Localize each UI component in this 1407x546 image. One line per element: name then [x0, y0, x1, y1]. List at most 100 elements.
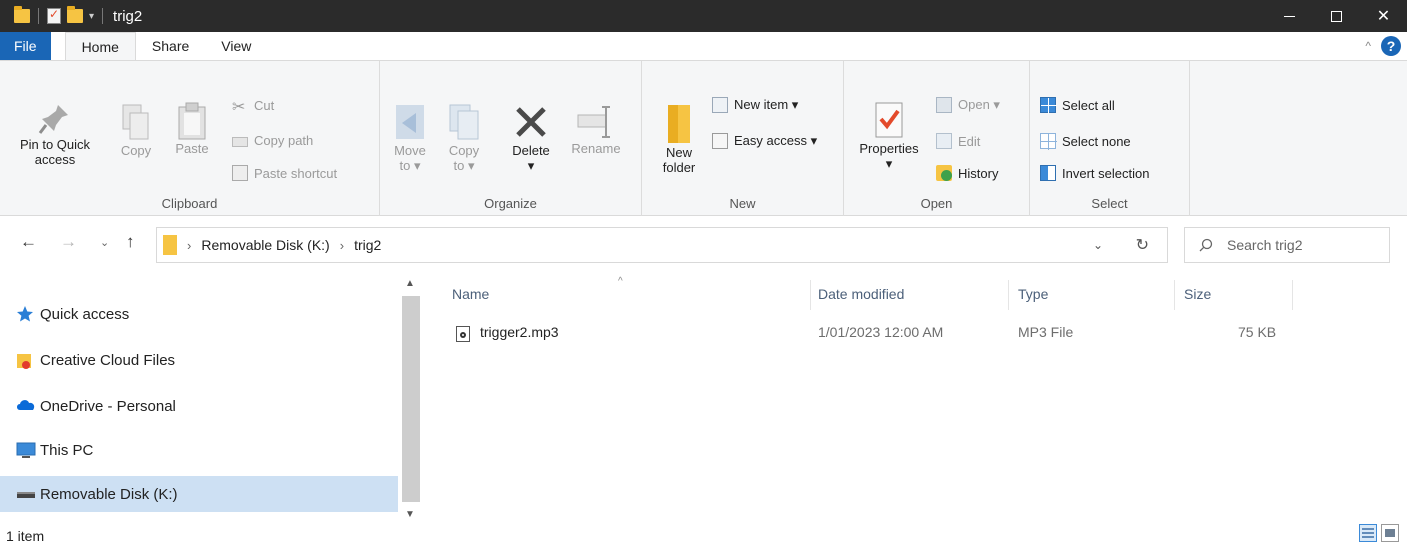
divider: [102, 8, 104, 24]
select-all-button[interactable]: Select all: [1040, 97, 1115, 114]
new-folder-icon: [668, 105, 690, 143]
pin-icon: [38, 105, 68, 134]
paste-shortcut-icon: [232, 165, 248, 181]
address-bar[interactable]: › Removable Disk (K:) › trig2 ⌄ ↻: [156, 227, 1168, 263]
nav-item-removable-disk[interactable]: Removable Disk (K:): [0, 476, 398, 512]
column-header-date-modified[interactable]: Date modified: [818, 274, 998, 314]
rename-button[interactable]: Rename: [566, 103, 626, 156]
customize-toolbar-dropdown-icon[interactable]: ▾: [89, 11, 94, 22]
edit-button[interactable]: Edit: [936, 133, 980, 149]
scroll-up-icon[interactable]: ▲: [405, 278, 415, 289]
back-arrow-icon[interactable]: ←: [20, 232, 37, 252]
scroll-down-icon[interactable]: ▼: [405, 509, 415, 520]
view-switcher: [1359, 524, 1399, 542]
nav-pane-scrollbar[interactable]: ▲ ▼: [398, 274, 424, 520]
new-group-label: New: [729, 196, 756, 211]
maximize-button[interactable]: [1313, 0, 1360, 32]
column-divider[interactable]: [1174, 280, 1175, 310]
creative-cloud-folder-icon: [17, 354, 31, 369]
large-icons-view-icon[interactable]: [1381, 524, 1399, 542]
copy-to-button[interactable]: Copy to ▾: [442, 101, 486, 173]
clipboard-group-label: Clipboard: [161, 196, 218, 211]
delete-button[interactable]: Delete ▾: [506, 105, 556, 173]
tab-view[interactable]: View: [205, 32, 267, 60]
properties-icon[interactable]: [47, 7, 61, 24]
cut-button[interactable]: ✂ Cut: [232, 97, 274, 117]
nav-item-this-pc[interactable]: This PC: [0, 432, 398, 468]
rename-icon: [577, 106, 610, 138]
new-item-button[interactable]: New item ▾: [712, 97, 798, 113]
nav-item-creative-cloud-files[interactable]: Creative Cloud Files: [0, 342, 398, 378]
paste-icon: [178, 102, 206, 140]
properties-button[interactable]: Properties ▾: [848, 101, 930, 171]
audio-file-icon: [456, 326, 470, 342]
item-count: 1 item: [6, 528, 45, 544]
up-arrow-icon[interactable]: ↑: [126, 232, 135, 252]
paste-button[interactable]: Paste: [172, 101, 212, 156]
status-bar: 1 item: [0, 520, 1407, 546]
column-divider[interactable]: [810, 280, 811, 310]
nav-item-label: Creative Cloud Files: [40, 351, 176, 369]
copy-button[interactable]: Copy: [116, 103, 156, 158]
file-date-modified: 1/01/2023 12:00 AM: [818, 324, 944, 340]
organize-group-label: Organize: [484, 196, 537, 211]
file-list: ^ Name Date modified Type Size trigger2.…: [424, 274, 1407, 520]
select-none-icon: [1040, 133, 1057, 150]
computer-icon: [16, 442, 36, 458]
new-folder-button[interactable]: New folder: [654, 101, 704, 175]
chevron-right-icon[interactable]: ›: [187, 238, 191, 253]
close-button[interactable]: ✕: [1360, 0, 1407, 32]
pin-to-quick-access-button[interactable]: Pin to Quick access: [14, 101, 96, 167]
open-icon: [936, 97, 952, 113]
minimize-button[interactable]: [1266, 0, 1313, 32]
easy-access-button[interactable]: Easy access ▾: [712, 133, 817, 149]
new-folder-icon[interactable]: [67, 6, 83, 23]
open-button[interactable]: Open ▾: [936, 97, 1000, 113]
nav-item-label: Removable Disk (K:): [40, 485, 178, 503]
breadcrumb-removable-disk[interactable]: Removable Disk (K:): [201, 237, 329, 253]
column-header-size[interactable]: Size: [1184, 274, 1284, 314]
folder-icon[interactable]: [14, 6, 30, 23]
minimize-icon: [1284, 15, 1295, 17]
paste-shortcut-button[interactable]: Paste shortcut: [232, 165, 337, 181]
new-group: New folder New item ▾ Easy access ▾ New: [642, 61, 844, 217]
address-history-dropdown-icon[interactable]: ⌄: [1093, 238, 1103, 252]
recent-locations-chevron-icon[interactable]: ⌄: [100, 236, 109, 249]
ribbon: Pin to Quick access Copy Paste ✂ Cut Cop…: [0, 60, 1407, 217]
onedrive-cloud-icon: [17, 400, 35, 410]
new-item-icon: [712, 97, 728, 113]
column-header-type[interactable]: Type: [1018, 274, 1158, 314]
refresh-icon[interactable]: ↻: [1136, 235, 1149, 255]
collapse-ribbon-icon[interactable]: ^: [1365, 39, 1371, 53]
invert-selection-button[interactable]: Invert selection: [1040, 165, 1149, 181]
scrollbar-thumb[interactable]: [402, 296, 420, 502]
breadcrumb-trig2[interactable]: trig2: [354, 237, 381, 253]
select-none-button[interactable]: Select none: [1040, 133, 1131, 150]
window-title: trig2: [113, 7, 143, 25]
edit-icon: [936, 133, 952, 149]
forward-arrow-icon[interactable]: →: [60, 232, 77, 252]
close-icon: ✕: [1376, 8, 1391, 25]
column-divider[interactable]: [1008, 280, 1009, 310]
column-divider[interactable]: [1292, 280, 1293, 310]
move-to-button[interactable]: Move to ▾: [388, 101, 432, 173]
file-row[interactable]: trigger2.mp3 1/01/2023 12:00 AM MP3 File…: [452, 318, 1312, 348]
address-row: ← → ⌄ ↑ › Removable Disk (K:) › trig2 ⌄ …: [0, 216, 1407, 274]
history-button[interactable]: History: [936, 165, 998, 181]
tab-home[interactable]: Home: [64, 32, 136, 60]
search-box[interactable]: [1184, 227, 1390, 263]
nav-item-quick-access[interactable]: Quick access: [0, 296, 398, 332]
select-group-label: Select: [1091, 196, 1128, 211]
properties-check-icon: [875, 102, 903, 138]
tab-file[interactable]: File: [0, 32, 51, 60]
details-view-icon[interactable]: [1359, 524, 1377, 542]
copy-path-button[interactable]: Copy path: [232, 133, 313, 148]
column-header-name[interactable]: Name: [452, 274, 792, 314]
divider: [38, 8, 39, 24]
search-input[interactable]: [1227, 237, 1387, 253]
window-controls: ✕: [1266, 0, 1407, 32]
nav-item-onedrive-personal[interactable]: OneDrive - Personal: [0, 388, 398, 424]
chevron-right-icon[interactable]: ›: [340, 238, 344, 253]
tab-share[interactable]: Share: [136, 32, 205, 60]
help-icon[interactable]: ?: [1381, 36, 1401, 56]
